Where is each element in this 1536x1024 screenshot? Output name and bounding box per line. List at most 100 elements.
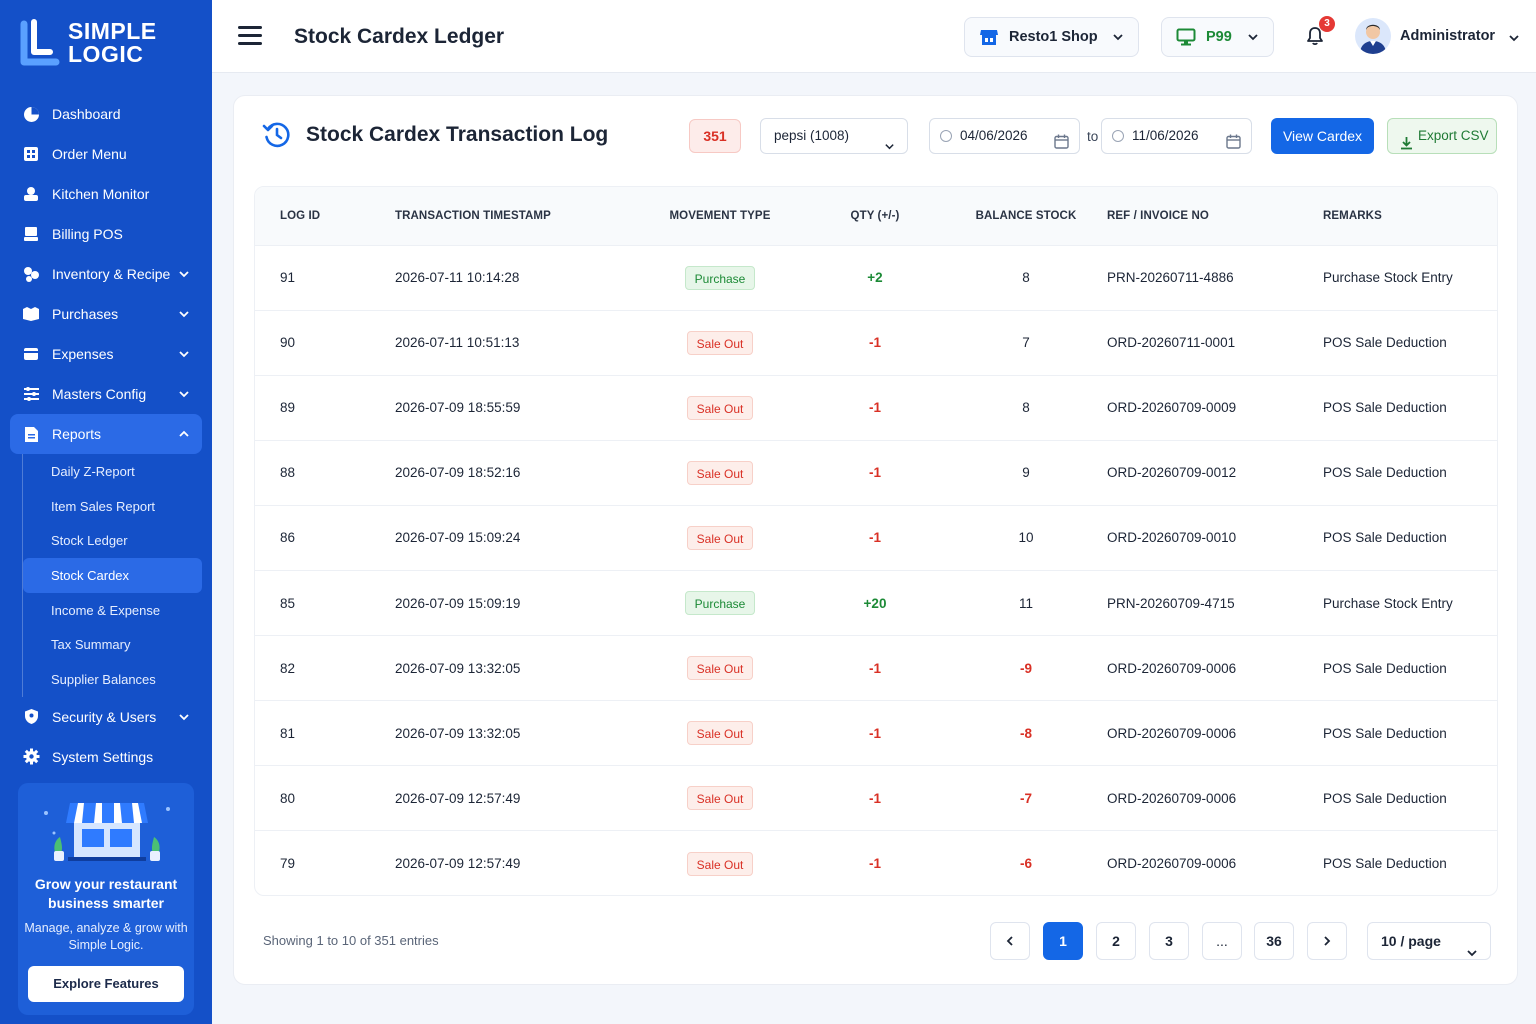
sidebar-item-label: Billing POS <box>52 226 123 242</box>
col-header-timestamp[interactable]: TRANSACTION TIMESTAMP <box>395 187 635 245</box>
cell-remarks: POS Sale Deduction <box>1323 400 1447 416</box>
date-to-field[interactable]: 11/06/2026 <box>1101 118 1252 154</box>
sidebar-item-billing-pos[interactable]: Billing POS <box>10 214 202 254</box>
store-icon <box>979 28 999 46</box>
cell-movement-type: Sale Out <box>635 310 805 375</box>
table-row[interactable]: 86 2026-07-09 15:09:24 Sale Out -1 10 ORD-202… <box>255 505 1497 570</box>
sidebar-item-masters-config[interactable]: Masters Config <box>10 374 202 414</box>
cell-movement-type: Sale Out <box>635 831 805 895</box>
cell-ref: ORD-20260709-0006 <box>1107 790 1237 806</box>
page-size-value: 10 / page <box>1381 933 1441 949</box>
movement-type-badge: Sale Out <box>686 851 754 876</box>
table-row[interactable]: 88 2026-07-09 18:52:16 Sale Out -1 9 ORD-2026… <box>255 440 1497 505</box>
sidebar-item-label: Expenses <box>52 346 114 362</box>
cell-remarks: Purchase Stock Entry <box>1323 270 1453 286</box>
cell-timestamp: 2026-07-09 15:09:19 <box>395 595 521 611</box>
sidebar-item-label: Kitchen Monitor <box>52 186 150 202</box>
table-row[interactable]: 80 2026-07-09 12:57:49 Sale Out -1 -7 ORD-202… <box>255 765 1497 831</box>
chevron-down-icon <box>884 131 895 165</box>
page-button[interactable]: 3 <box>1149 922 1189 960</box>
sidebar-item-label: Masters Config <box>52 386 147 402</box>
calendar-icon[interactable] <box>1054 128 1069 162</box>
logo-mark-icon <box>20 18 60 68</box>
reports-submenu: Daily Z-Report Item Sales Report Stock L… <box>22 454 202 697</box>
table-row[interactable]: 91 2026-07-11 10:14:28 Purchase +2 8 PRN-2026… <box>255 245 1497 310</box>
table-row[interactable]: 82 2026-07-09 13:32:05 Sale Out -1 -9 ORD-202… <box>255 635 1497 701</box>
sidebar-item-expenses[interactable]: Expenses <box>10 334 202 374</box>
table-row[interactable]: 85 2026-07-09 15:09:19 Purchase +20 11 PRN-20… <box>255 570 1497 635</box>
prev-page-button[interactable] <box>990 922 1030 960</box>
brand-logo[interactable]: SIMPLE LOGIC <box>20 18 157 68</box>
sidebar-item-reports[interactable]: Reports <box>10 414 202 454</box>
sidebar-subitem-item-sales-report[interactable]: Item Sales Report <box>23 489 202 524</box>
cell-balance: -6 <box>1019 856 1032 872</box>
page-button[interactable]: 1 <box>1043 922 1083 960</box>
user-name[interactable]: Administrator <box>1400 28 1495 44</box>
cell-timestamp: 2026-07-09 15:09:24 <box>395 530 521 546</box>
col-header-log-id[interactable]: LOG ID <box>255 187 395 245</box>
cell-log-id: 86 <box>280 530 296 546</box>
user-avatar[interactable] <box>1355 18 1391 54</box>
download-icon <box>1400 129 1413 163</box>
menu-toggle-icon[interactable] <box>238 26 262 46</box>
explore-features-button[interactable]: Explore Features <box>28 966 184 1002</box>
cell-movement-type: Sale Out <box>635 766 805 831</box>
cell-remarks: POS Sale Deduction <box>1323 790 1447 806</box>
monitor-icon <box>1176 28 1196 46</box>
movement-type-badge: Purchase <box>684 591 756 616</box>
shop-selector[interactable]: Resto1 Shop <box>964 17 1139 57</box>
sidebar-item-label: Security & Users <box>52 708 157 725</box>
sidebar-subitem-stock-cardex[interactable]: Stock Cardex <box>23 558 202 593</box>
page-button[interactable]: 2 <box>1096 922 1136 960</box>
movement-type-badge: Sale Out <box>686 721 754 746</box>
cell-qty: -1 <box>868 790 881 806</box>
page-button[interactable]: 36 <box>1254 922 1294 960</box>
table-row[interactable]: 81 2026-07-09 13:32:05 Sale Out -1 -8 ORD-202… <box>255 700 1497 766</box>
next-page-button[interactable] <box>1307 922 1347 960</box>
sidebar-subitem-stock-ledger[interactable]: Stock Ledger <box>23 523 202 558</box>
view-cardex-button[interactable]: View Cardex <box>1271 118 1374 154</box>
date-from-field[interactable]: 04/06/2026 <box>929 118 1080 154</box>
table-row[interactable]: 79 2026-07-09 12:57:49 Sale Out -1 -6 ORD-202… <box>255 830 1497 895</box>
topbar: Stock Cardex Ledger Resto1 Shop P99 3 Ad… <box>212 0 1536 73</box>
chevron-down-icon[interactable] <box>1508 31 1520 49</box>
brand-name: SIMPLE LOGIC <box>68 20 157 66</box>
col-header-movement-type[interactable]: MOVEMENT TYPE <box>635 187 805 245</box>
sidebar-subitem-tax-summary[interactable]: Tax Summary <box>23 627 202 662</box>
cell-log-id: 79 <box>280 856 296 872</box>
page-size-select[interactable]: 10 / page <box>1367 922 1491 960</box>
calendar-icon[interactable] <box>1226 128 1241 162</box>
table-row[interactable]: 89 2026-07-09 18:55:59 Sale Out -1 8 ORD-2026… <box>255 375 1497 440</box>
sidebar-subitem-daily-z-report[interactable]: Daily Z-Report <box>23 454 202 489</box>
entry-count-badge: 351 <box>689 119 741 153</box>
export-csv-button[interactable]: Export CSV <box>1387 118 1497 154</box>
masters-icon <box>22 385 40 403</box>
cell-ref: ORD-20260709-0009 <box>1107 400 1237 416</box>
sidebar-item-kitchen-monitor[interactable]: Kitchen Monitor <box>10 174 202 214</box>
sidebar-item-purchases[interactable]: Purchases <box>10 294 202 334</box>
cell-log-id: 80 <box>280 790 296 806</box>
table-row[interactable]: 90 2026-07-11 10:51:13 Sale Out -1 7 ORD-2026… <box>255 310 1497 375</box>
promo-title: Grow your restaurant business smarter <box>34 876 178 911</box>
col-header-ref[interactable]: REF / INVOICE NO <box>1107 187 1323 245</box>
cell-movement-type: Sale Out <box>635 375 805 440</box>
sidebar-item-order-menu[interactable]: Order Menu <box>10 134 202 174</box>
sidebar-item-system-settings[interactable]: System Settings <box>10 737 202 777</box>
item-select[interactable]: pepsi (1008) <box>760 118 908 154</box>
terminal-selector[interactable]: P99 <box>1161 17 1274 57</box>
sidebar-item-inventory[interactable]: Inventory & Recipe <box>10 254 202 294</box>
sidebar-item-label: Purchases <box>52 306 119 322</box>
cell-timestamp: 2026-07-09 13:32:05 <box>395 725 521 741</box>
cell-ref: ORD-20260709-0006 <box>1107 856 1237 872</box>
cell-ref: ORD-20260709-0012 <box>1107 465 1237 481</box>
sidebar-item-label: Dashboard <box>52 106 121 122</box>
storefront-icon <box>44 803 170 861</box>
sidebar-subitem-supplier-balances[interactable]: Supplier Balances <box>23 662 202 697</box>
sidebar-item-security-users[interactable]: Security & Users <box>10 697 202 737</box>
cell-ref: ORD-20260709-0010 <box>1107 530 1237 546</box>
sidebar-item-dashboard[interactable]: Dashboard <box>10 94 202 134</box>
sidebar-subitem-income-expense[interactable]: Income & Expense <box>23 593 202 628</box>
col-header-remarks[interactable]: REMARKS <box>1323 187 1497 245</box>
col-header-balance[interactable]: BALANCE STOCK <box>945 187 1107 245</box>
col-header-qty[interactable]: QTY (+/-) <box>805 187 945 245</box>
